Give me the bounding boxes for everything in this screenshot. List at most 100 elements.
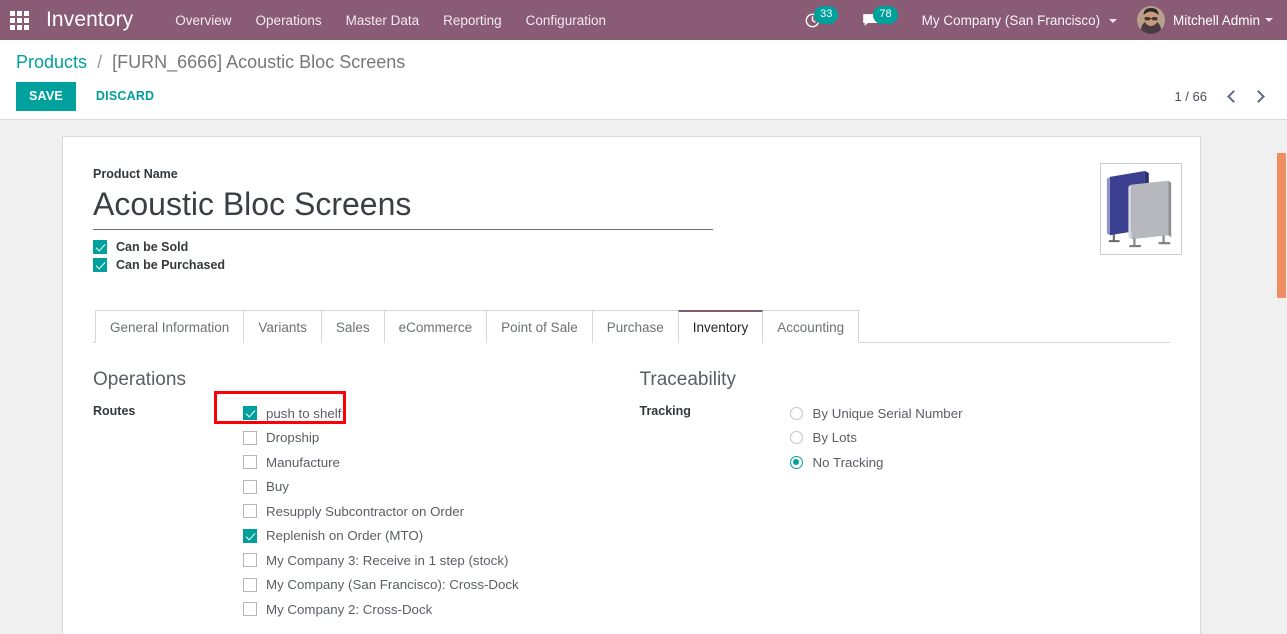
menu-item-master-data[interactable]: Master Data: [334, 3, 432, 38]
route-checkbox-company2-cross-dock[interactable]: [243, 602, 257, 617]
messaging-menu-button[interactable]: 78: [854, 6, 903, 29]
route-option-resupply-subcontractor: Resupply Subcontractor on Order: [243, 499, 632, 524]
tracking-options: By Unique Serial Number By Lots No Track…: [789, 401, 1171, 475]
app-brand-inventory[interactable]: Inventory: [38, 8, 139, 32]
route-checkbox-push-to-shelf[interactable]: [243, 406, 257, 421]
routes-field-row: Routes push to shelf Dropship Manufactur…: [93, 391, 632, 622]
breadcrumb: Products / [FURN_6666] Acoustic Bloc Scr…: [16, 50, 1271, 74]
chevron-down-icon: [1108, 18, 1117, 23]
tab-point-of-sale[interactable]: Point of Sale: [486, 310, 593, 343]
route-label-company2-cross-dock: My Company 2: Cross-Dock: [266, 601, 433, 617]
activity-menu-button[interactable]: 33: [797, 6, 844, 29]
can-be-purchased-checkbox[interactable]: [93, 258, 107, 272]
route-option-buy: Buy: [243, 475, 632, 500]
route-label-push-to-shelf: push to shelf: [266, 405, 342, 421]
navbar-right-tools: 33 78 My Company (San Francisco) Mitchel…: [797, 4, 1287, 37]
tab-sales[interactable]: Sales: [320, 310, 385, 343]
breadcrumb-products-link[interactable]: Products: [16, 52, 87, 72]
inventory-tab-content: Operations Routes push to shelf Dropship…: [93, 343, 1170, 634]
tab-purchase[interactable]: Purchase: [591, 310, 679, 343]
route-option-manufacture: Manufacture: [243, 450, 632, 475]
company-name: My Company (San Francisco): [921, 12, 1101, 28]
chevron-left-icon: [1227, 90, 1240, 103]
tracking-option-serial: By Unique Serial Number: [789, 401, 1171, 426]
tab-general-information[interactable]: General Information: [95, 310, 245, 343]
tracking-option-none: No Tracking: [789, 450, 1171, 475]
route-checkbox-resupply-subcontractor[interactable]: [243, 504, 257, 519]
can-be-sold-checkbox[interactable]: [93, 240, 107, 254]
vertical-scrollbar-thumb[interactable]: [1277, 153, 1286, 298]
route-label-manufacture: Manufacture: [266, 454, 340, 470]
breadcrumb-current: [FURN_6666] Acoustic Bloc Screens: [112, 52, 406, 72]
tracking-radio-serial[interactable]: [789, 406, 803, 420]
form-notebook-tabs: General Information Variants Sales eComm…: [93, 310, 1170, 343]
menu-item-reporting[interactable]: Reporting: [431, 3, 514, 38]
route-checkbox-sf-cross-dock[interactable]: [243, 577, 257, 592]
route-option-company2-cross-dock: My Company 2: Cross-Dock: [243, 597, 632, 622]
operations-title: Operations: [93, 369, 186, 390]
route-option-sf-cross-dock: My Company (San Francisco): Cross-Dock: [243, 573, 632, 598]
chevron-down-icon: [1265, 18, 1273, 22]
discard-button[interactable]: DISCARD: [84, 82, 166, 111]
tracking-field-row: Tracking By Unique Serial Number By Lots: [640, 401, 1171, 475]
tracking-radio-label-none: No Tracking: [812, 454, 884, 470]
vertical-scrollbar[interactable]: [1276, 120, 1287, 634]
tab-variants[interactable]: Variants: [243, 310, 322, 343]
form-view-scroll-area: Product Name Acoustic Bloc Screens Can b…: [0, 120, 1287, 634]
route-checkbox-manufacture[interactable]: [243, 455, 257, 470]
message-count-badge: 78: [873, 6, 898, 24]
tracking-radio-label-lots: By Lots: [812, 430, 857, 446]
routes-list: push to shelf Dropship Manufacture Buy R…: [214, 391, 632, 622]
pager-next-button[interactable]: [1246, 90, 1271, 103]
can-be-sold-label: Can be Sold: [116, 240, 189, 254]
product-title-area: Product Name Acoustic Bloc Screens Can b…: [93, 153, 1170, 272]
product-name-input[interactable]: Acoustic Bloc Screens: [93, 183, 713, 230]
main-menu: Overview Operations Master Data Reportin…: [163, 3, 618, 38]
chevron-right-icon: [1252, 90, 1265, 103]
user-menu[interactable]: Mitchell Admin: [1125, 6, 1275, 34]
route-option-receive-1-step: My Company 3: Receive in 1 step (stock): [243, 548, 632, 573]
route-option-replenish-on-order: Replenish on Order (MTO): [243, 524, 632, 549]
route-label-buy: Buy: [266, 479, 289, 495]
route-option-push-to-shelf: push to shelf: [243, 401, 632, 426]
company-switcher[interactable]: My Company (San Francisco): [914, 4, 1125, 37]
save-button[interactable]: SAVE: [16, 82, 76, 111]
page-body: Product Name Acoustic Bloc Screens Can b…: [0, 120, 1287, 634]
user-name: Mitchell Admin: [1172, 12, 1260, 28]
top-navbar: Inventory Overview Operations Master Dat…: [0, 0, 1287, 40]
tracking-label: Tracking: [639, 404, 691, 418]
route-label-sf-cross-dock: My Company (San Francisco): Cross-Dock: [266, 577, 519, 593]
route-checkbox-buy[interactable]: [243, 479, 257, 494]
can-be-purchased-row: Can be Purchased: [93, 258, 1170, 272]
tracking-radio-none[interactable]: [789, 455, 803, 469]
traceability-group: Traceability Tracking By Unique Serial N…: [632, 369, 1171, 634]
apps-grid-glyph: [9, 10, 29, 30]
menu-item-configuration[interactable]: Configuration: [514, 3, 618, 38]
route-checkbox-replenish-on-order[interactable]: [243, 528, 257, 543]
pager-previous-button[interactable]: [1221, 90, 1246, 103]
product-form-sheet: Product Name Acoustic Bloc Screens Can b…: [62, 136, 1201, 634]
route-checkbox-dropship[interactable]: [243, 430, 257, 445]
tracking-radio-label-serial: By Unique Serial Number: [812, 405, 963, 421]
control-panel: Products / [FURN_6666] Acoustic Bloc Scr…: [0, 40, 1287, 120]
can-be-sold-row: Can be Sold: [93, 240, 1170, 254]
apps-grid-icon[interactable]: [0, 0, 38, 40]
tracking-radio-lots[interactable]: [789, 431, 803, 445]
record-pager: 1 / 66: [1174, 89, 1271, 104]
tab-inventory[interactable]: Inventory: [677, 310, 764, 343]
tab-ecommerce[interactable]: eCommerce: [383, 310, 488, 343]
routes-label: Routes: [93, 404, 136, 418]
pager-count[interactable]: 1 / 66: [1174, 89, 1207, 104]
activity-count-badge: 33: [814, 6, 839, 24]
route-checkbox-receive-1-step[interactable]: [243, 553, 257, 568]
route-option-dropship: Dropship: [243, 426, 632, 451]
can-be-purchased-label: Can be Purchased: [116, 258, 226, 272]
menu-item-overview[interactable]: Overview: [163, 3, 243, 38]
avatar-image: [1136, 6, 1165, 34]
control-panel-actions: SAVE DISCARD 1 / 66: [16, 82, 1271, 111]
route-label-resupply-subcontractor: Resupply Subcontractor on Order: [266, 503, 465, 519]
traceability-title: Traceability: [639, 369, 736, 390]
route-label-replenish-on-order: Replenish on Order (MTO): [266, 528, 424, 544]
tab-accounting[interactable]: Accounting: [762, 310, 860, 343]
menu-item-operations[interactable]: Operations: [244, 3, 334, 38]
